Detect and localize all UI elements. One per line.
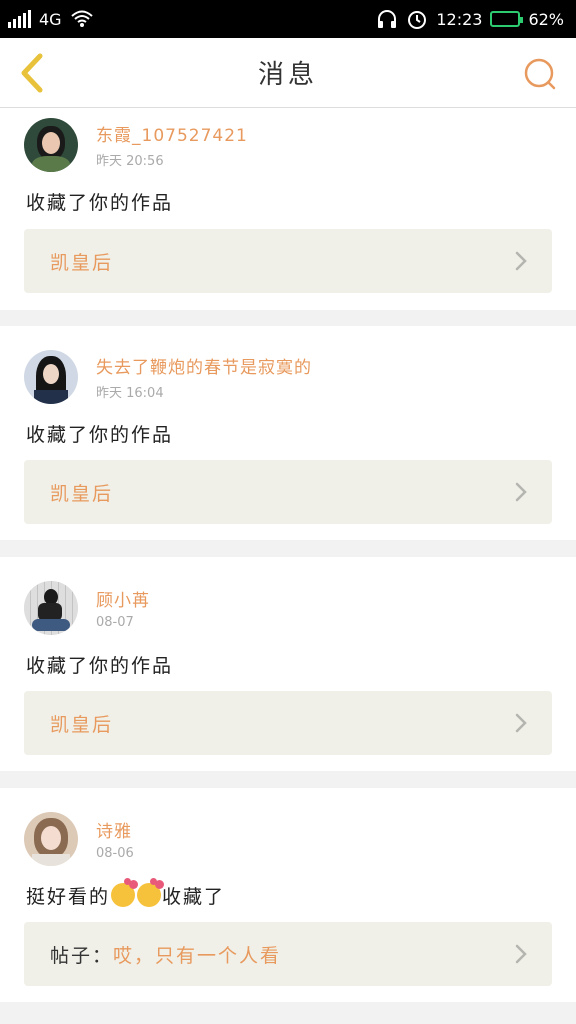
chevron-right-icon bbox=[515, 944, 527, 964]
network-label: 4G bbox=[39, 9, 62, 29]
app-header: 消息 bbox=[0, 38, 576, 108]
message-header: 失去了鞭炮的春节是寂寞的 昨天 16:04 bbox=[24, 350, 312, 404]
message-time: 08-06 bbox=[96, 846, 134, 861]
work-title: 凯皇后 bbox=[50, 251, 114, 274]
message-card: 诗雅 08-06 挺好看的 收藏了 帖子： 哎，只有一个人看 bbox=[0, 788, 576, 1002]
kiss-emoji-icon bbox=[137, 878, 165, 907]
referenced-work[interactable]: 凯皇后 bbox=[24, 460, 552, 524]
headset-icon bbox=[378, 10, 397, 28]
avatar[interactable] bbox=[24, 350, 78, 404]
user-info: 顾小苒 08-07 bbox=[96, 586, 150, 630]
message-text: 挺好看的 收藏了 bbox=[26, 878, 226, 909]
message-text-after: 收藏了 bbox=[162, 886, 226, 908]
message-card: 失去了鞭炮的春节是寂寞的 昨天 16:04 收藏了你的作品 凯皇后 bbox=[0, 326, 576, 540]
status-bar: 4G 12:23 62% bbox=[0, 0, 576, 38]
chevron-left-icon[interactable] bbox=[14, 52, 54, 94]
message-card: 东霞_107527421 昨天 20:56 收藏了你的作品 凯皇后 bbox=[0, 108, 576, 310]
post-title: 哎，只有一个人看 bbox=[113, 944, 282, 967]
message-header: 东霞_107527421 昨天 20:56 bbox=[24, 118, 248, 172]
status-left: 4G bbox=[8, 9, 94, 29]
post-prefix: 帖子： bbox=[50, 944, 114, 967]
message-time: 08-07 bbox=[96, 615, 134, 630]
avatar[interactable] bbox=[24, 581, 78, 635]
status-right: 12:23 62% bbox=[376, 8, 564, 30]
message-text: 收藏了你的作品 bbox=[26, 655, 174, 677]
referenced-work[interactable]: 凯皇后 bbox=[24, 691, 552, 755]
message-header: 诗雅 08-06 bbox=[24, 812, 134, 866]
signal-icon bbox=[8, 10, 31, 28]
chevron-right-icon bbox=[515, 482, 527, 502]
user-name[interactable]: 东霞_107527421 bbox=[96, 121, 248, 146]
user-name[interactable]: 顾小苒 bbox=[96, 586, 150, 611]
work-title: 凯皇后 bbox=[50, 713, 114, 736]
message-time: 昨天 16:04 bbox=[96, 386, 164, 401]
user-info: 失去了鞭炮的春节是寂寞的 昨天 16:04 bbox=[96, 353, 312, 401]
message-text: 收藏了你的作品 bbox=[26, 192, 174, 214]
battery-percent: 62% bbox=[528, 9, 564, 29]
chevron-right-icon bbox=[515, 713, 527, 733]
battery-icon bbox=[490, 11, 524, 27]
user-name[interactable]: 诗雅 bbox=[96, 817, 134, 842]
kiss-emoji-icon bbox=[111, 878, 139, 907]
chevron-right-icon bbox=[515, 251, 527, 271]
search-icon[interactable] bbox=[522, 56, 558, 92]
referenced-post[interactable]: 帖子： 哎，只有一个人看 bbox=[24, 922, 552, 986]
message-text: 收藏了你的作品 bbox=[26, 424, 174, 446]
wifi-icon bbox=[70, 10, 93, 27]
user-name[interactable]: 失去了鞭炮的春节是寂寞的 bbox=[96, 353, 312, 378]
user-info: 东霞_107527421 昨天 20:56 bbox=[96, 121, 248, 169]
avatar[interactable] bbox=[24, 812, 78, 866]
alarm-icon bbox=[408, 11, 427, 29]
referenced-work[interactable]: 凯皇后 bbox=[24, 229, 552, 293]
user-info: 诗雅 08-06 bbox=[96, 817, 134, 861]
page-title: 消息 bbox=[257, 60, 318, 90]
avatar[interactable] bbox=[24, 118, 78, 172]
work-title: 凯皇后 bbox=[50, 482, 114, 505]
message-time: 昨天 20:56 bbox=[96, 154, 164, 169]
message-text-before: 挺好看的 bbox=[26, 886, 111, 908]
status-time: 12:23 bbox=[436, 9, 483, 29]
message-header: 顾小苒 08-07 bbox=[24, 581, 150, 635]
message-card: 顾小苒 08-07 收藏了你的作品 凯皇后 bbox=[0, 557, 576, 771]
